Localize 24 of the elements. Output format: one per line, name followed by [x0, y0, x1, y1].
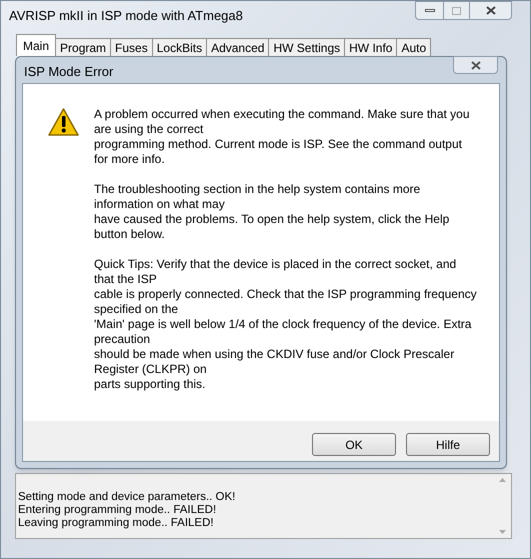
message-paragraph: Quick Tips: Verify that the device is placed in the correct socket, and that the ISP cable is properly connected. Check that the ISP programming frequency specified on the 'Main' page is well below 1/4 of the clock frequency of the device. Extra precaution should be made when using the CKDIV fuse and/or Clock Prescaler Register (CLKPR) on parts supporting this.	[94, 257, 477, 392]
tab[interactable]: LockBits	[152, 38, 208, 56]
window-title: AVRISP mkII in ISP mode with ATmega8	[9, 7, 243, 25]
dialog-title: ISP Mode Error	[24, 63, 114, 81]
message-paragraph: A problem occurred when executing the command. Make sure that you are using the correct programming method. Current mode is ISP. See the command output for more info.	[94, 107, 471, 167]
tab[interactable]: HW Info	[344, 38, 398, 56]
close-button[interactable]	[453, 56, 498, 74]
dialog-button[interactable]: Hilfe	[406, 433, 490, 456]
scroll-down-icon	[499, 530, 506, 534]
log-line: Leaving programming mode.. FAILED!	[18, 517, 215, 530]
close-icon	[486, 6, 496, 15]
scroll-up-icon	[499, 478, 506, 482]
tab[interactable]: Main	[16, 34, 56, 56]
log-line: Setting mode and device parameters.. OK!	[18, 491, 236, 504]
message-paragraph: The troubleshooting section in the help system contains more information on what may have caused the problems. To open the help system, click the Help button below.	[94, 182, 450, 242]
warning-icon	[48, 108, 79, 136]
tab[interactable]: Auto	[396, 38, 432, 56]
tab[interactable]: Program	[55, 38, 112, 56]
tab[interactable]: Advanced	[206, 38, 270, 56]
dialog-button[interactable]: OK	[312, 433, 396, 456]
log-line: Entering programming mode.. FAILED!	[18, 504, 218, 517]
tab[interactable]: HW Settings	[268, 38, 346, 56]
close-icon	[470, 60, 480, 70]
tab[interactable]: Fuses	[110, 38, 153, 56]
